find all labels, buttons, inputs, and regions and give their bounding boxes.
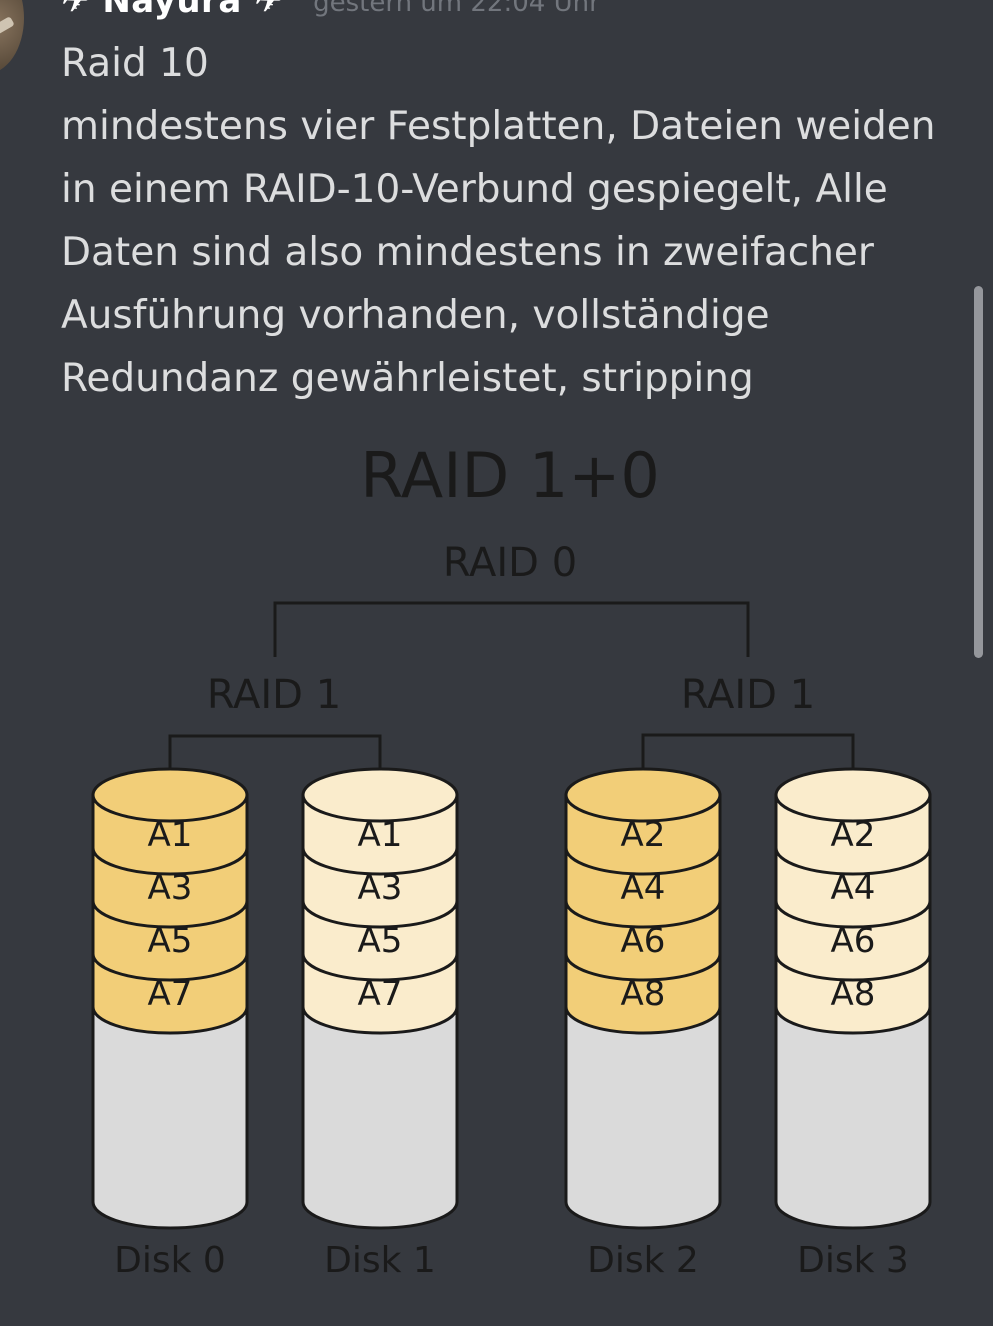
disk-1: A1 A3 A5 A7 Disk 1 — [301, 767, 459, 1281]
disk-block-label: A7 — [358, 974, 403, 1014]
message-line: Ausführung vorhanden, vollständige — [61, 293, 770, 338]
disk-block-label: A5 — [148, 921, 193, 961]
disk-block-label: A3 — [358, 868, 403, 908]
disk-block-label: A2 — [621, 815, 666, 855]
disk-block-label: A8 — [831, 974, 876, 1014]
message-text: Raid 10 mindestens vier Festplatten, Dat… — [61, 32, 966, 410]
raid1-label-left: RAID 1 — [207, 672, 341, 718]
chat-screen: ✈ Nayura ✈ gestern um 22:04 Uhr Raid 10 … — [0, 0, 993, 1326]
message-header: ✈ Nayura ✈ gestern um 22:04 Uhr — [61, 0, 600, 24]
disk-block-label: A1 — [358, 815, 403, 855]
disk-block-label: A4 — [621, 868, 666, 908]
raid-diagram-image[interactable]: RAID 1+0 RAID 0 RAID 1 RAID 1 A1 A3 A5 A7 Di… — [0, 420, 993, 1326]
message-line: mindestens vier Festplatten, Dateien wei… — [61, 104, 936, 149]
disk-top — [774, 767, 932, 823]
disk-top — [301, 767, 459, 823]
disk-block-label: A4 — [831, 868, 876, 908]
disk-body — [564, 1005, 722, 1230]
disk-top — [564, 767, 722, 823]
disk-body — [91, 1005, 249, 1230]
raid0-label: RAID 0 — [443, 540, 577, 586]
disk-block-label: A6 — [831, 921, 876, 961]
message-line: in einem RAID-10-Verbund gespiegelt, All… — [61, 167, 888, 212]
disk-body — [301, 1005, 459, 1230]
disk-2: A2 A4 A6 A8 Disk 2 — [564, 767, 722, 1281]
raid0-bracket — [273, 601, 750, 657]
disk-top — [91, 767, 249, 823]
disk-block-label: A8 — [621, 974, 666, 1014]
disk-name: Disk 3 — [797, 1240, 909, 1281]
disk-block-label: A6 — [621, 921, 666, 961]
disk-block-label: A1 — [148, 815, 193, 855]
disk-name: Disk 0 — [114, 1240, 226, 1281]
message-line: Daten sind also mindestens in zweifacher — [61, 230, 874, 275]
message-timestamp: gestern um 22:04 Uhr — [313, 0, 600, 18]
disk-block-label: A2 — [831, 815, 876, 855]
disk-body — [774, 1005, 932, 1230]
disk-3: A2 A4 A6 A8 Disk 3 — [774, 767, 932, 1281]
disk-block-label: A5 — [358, 921, 403, 961]
disk-name: Disk 2 — [587, 1240, 699, 1281]
user-avatar[interactable] — [0, 0, 24, 74]
disk-block-label: A3 — [148, 868, 193, 908]
disks-group: A1 A3 A5 A7 Disk 0 A1 A3 A5 A7 Disk 1 A2 A4 A6 A8 Disk… — [91, 767, 932, 1281]
disk-0: A1 A3 A5 A7 Disk 0 — [91, 767, 249, 1281]
message-line: Raid 10 — [61, 41, 209, 86]
diagram-title: RAID 1+0 — [360, 439, 660, 512]
disk-block-label: A7 — [148, 974, 193, 1014]
disk-name: Disk 1 — [324, 1240, 436, 1281]
message-line: Redundanz gewährleistet, stripping — [61, 356, 754, 401]
author-name[interactable]: ✈ Nayura ✈ — [61, 0, 283, 24]
raid1-label-right: RAID 1 — [681, 672, 815, 718]
raid-diagram-svg: RAID 1+0 RAID 0 RAID 1 RAID 1 A1 A3 A5 A7 Di… — [91, 439, 932, 1281]
